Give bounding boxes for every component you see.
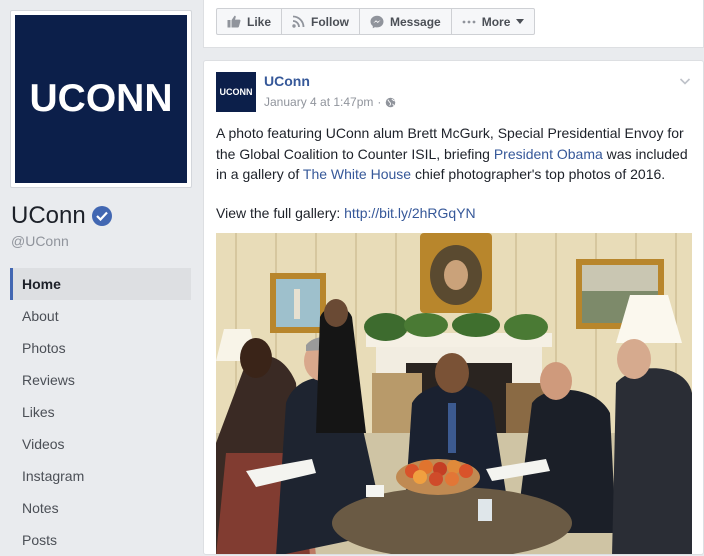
- page-action-bar: Like Follow Message More: [203, 0, 704, 48]
- caret-down-icon: [516, 19, 525, 24]
- nav-item-notes[interactable]: Notes: [10, 492, 191, 524]
- mention-white-house[interactable]: The White House: [303, 166, 411, 182]
- page-name-text[interactable]: UConn: [11, 202, 86, 230]
- follow-button[interactable]: Follow: [281, 8, 361, 35]
- page-title[interactable]: UConn: [11, 202, 112, 230]
- meta-separator: ·: [377, 95, 382, 109]
- avatar-logo-text: UCONN: [219, 87, 253, 97]
- message-label: Message: [390, 14, 441, 29]
- message-button[interactable]: Message: [359, 8, 452, 35]
- post-link-line: View the full gallery: http://bit.ly/2hR…: [216, 205, 476, 221]
- nav-item-instagram[interactable]: Instagram: [10, 460, 191, 492]
- chevron-down-icon[interactable]: [679, 75, 691, 87]
- nav-item-videos[interactable]: Videos: [10, 428, 191, 460]
- page-handle[interactable]: @UConn: [11, 233, 69, 249]
- nav-item-photos[interactable]: Photos: [10, 332, 191, 364]
- mention-president-obama[interactable]: President Obama: [494, 146, 603, 162]
- more-button[interactable]: More: [450, 8, 536, 35]
- nav-item-home[interactable]: Home: [10, 268, 191, 300]
- post-text-part3: chief photographer's top photos of 2016.: [411, 166, 666, 182]
- action-button-group: Like Follow Message More: [216, 8, 536, 35]
- chat-bubble-icon: [370, 15, 384, 28]
- follow-label: Follow: [311, 14, 350, 29]
- gallery-link[interactable]: http://bit.ly/2hRGqYN: [344, 205, 476, 221]
- rss-icon: [292, 15, 305, 28]
- profile-logo-text: UCONN: [29, 77, 173, 120]
- profile-picture-frame[interactable]: UCONN: [10, 10, 192, 188]
- page-nav: Home About Photos Reviews Likes Videos I…: [10, 268, 191, 556]
- post-timestamp[interactable]: January 4 at 1:47pm: [264, 95, 373, 109]
- coffee-cup: [366, 485, 384, 497]
- like-label: Like: [247, 14, 272, 29]
- post-author-name[interactable]: UConn: [264, 73, 310, 89]
- like-button[interactable]: Like: [216, 8, 283, 35]
- post-card: UCONN UConn January 4 at 1:47pm · A phot…: [203, 60, 704, 555]
- post-meta: January 4 at 1:47pm ·: [264, 95, 396, 109]
- nav-item-likes[interactable]: Likes: [10, 396, 191, 428]
- post-photo[interactable]: [216, 233, 692, 554]
- link-label: View the full gallery:: [216, 205, 345, 221]
- globe-icon: [386, 97, 396, 107]
- thumbs-up-icon: [227, 15, 241, 28]
- person-man-right: [612, 368, 692, 554]
- more-label: More: [481, 14, 511, 29]
- nav-item-reviews[interactable]: Reviews: [10, 364, 191, 396]
- post-body-text: A photo featuring UConn alum Brett McGur…: [216, 123, 694, 185]
- nav-item-about[interactable]: About: [10, 300, 191, 332]
- profile-picture-logo: UCONN: [15, 15, 187, 183]
- dots-icon: [462, 20, 476, 23]
- verified-check-icon: [91, 206, 112, 226]
- water-glass: [478, 499, 492, 521]
- post-author-avatar[interactable]: UCONN: [216, 72, 256, 112]
- oval-office-photo: [216, 233, 692, 554]
- nav-item-posts[interactable]: Posts: [10, 524, 191, 556]
